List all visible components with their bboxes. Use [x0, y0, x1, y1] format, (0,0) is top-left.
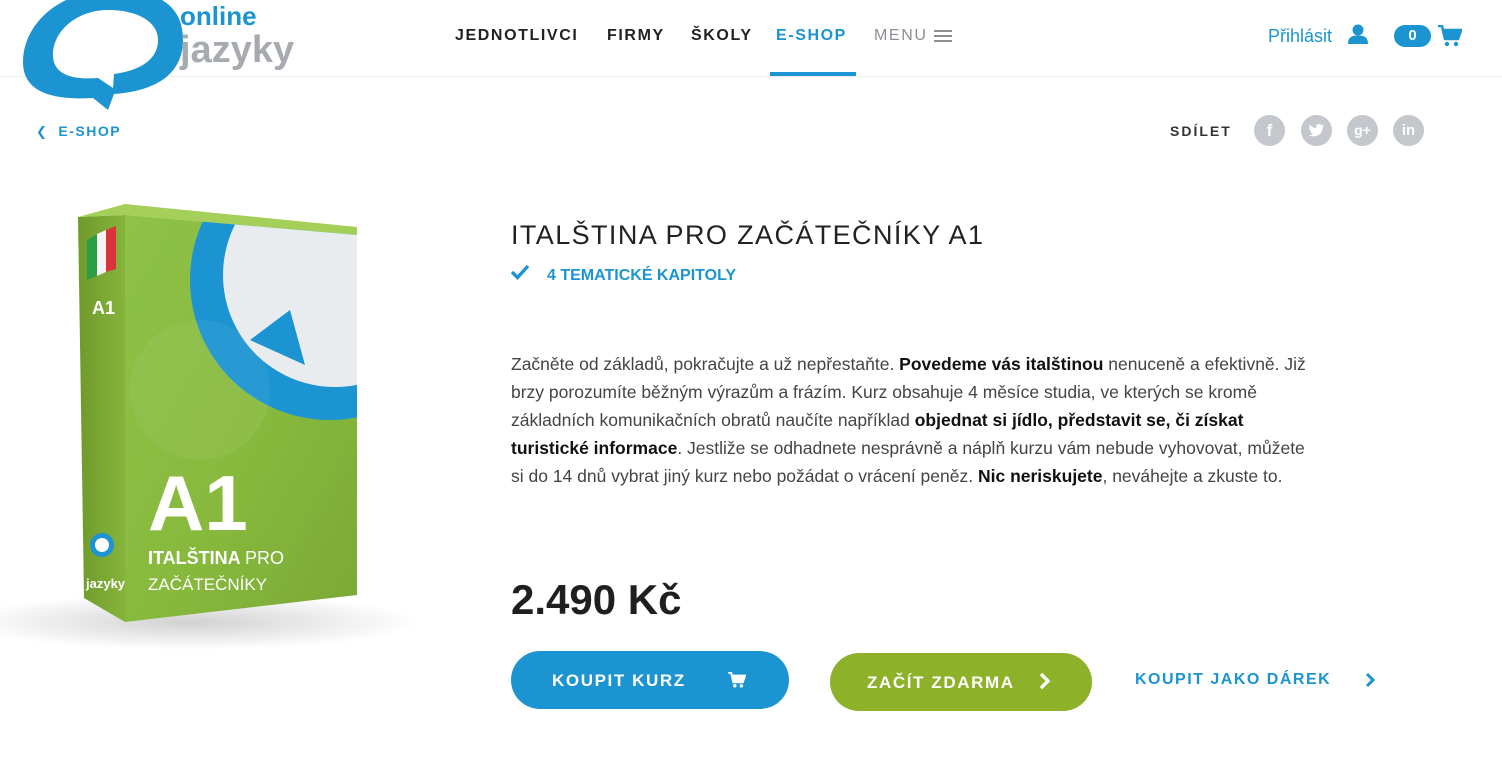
brand-name-online: online — [180, 1, 257, 31]
cart-count-badge[interactable]: 0 — [1394, 25, 1431, 47]
box-logo-text: jazyky — [85, 576, 126, 591]
back-link-label: E-SHOP — [58, 123, 122, 139]
brand-logo[interactable]: online jazyky — [18, 0, 348, 110]
check-icon — [511, 264, 529, 280]
facebook-icon[interactable]: f — [1254, 115, 1285, 146]
product-description: Začněte od základů, pokračujte a už nepř… — [511, 353, 1306, 486]
nav-item-jednotlivci[interactable]: JEDNOTLIVCI — [455, 27, 578, 45]
menu-label: MENU — [874, 27, 928, 45]
box-level-big: A1 — [148, 459, 248, 547]
box-name-line2: ZAČÁTEČNÍKY — [148, 575, 267, 594]
site-header: online jazyky JEDNOTLIVCI FIRMY ŠKOLY E-… — [0, 0, 1502, 110]
login-link[interactable]: Přihlásit — [1268, 26, 1332, 47]
chevron-right-icon — [1365, 672, 1375, 688]
buy-as-gift-label: KOUPIT JAKO DÁREK — [1135, 671, 1332, 688]
box-name-line1: ITALŠTINA PRO — [148, 547, 284, 568]
back-to-eshop-link[interactable]: ❮ E-SHOP — [36, 123, 121, 140]
product-title: ITALŠTINA PRO ZAČÁTEČNÍKY A1 — [511, 220, 985, 250]
linkedin-icon[interactable]: in — [1393, 115, 1424, 146]
share-label: SDÍLET — [1170, 123, 1232, 139]
start-free-label: ZAČÍT ZDARMA — [867, 673, 1015, 692]
nav-item-eshop[interactable]: E-SHOP — [776, 27, 847, 45]
box-name-bold: ITALŠTINA — [148, 547, 241, 568]
google-plus-icon[interactable]: g+ — [1347, 115, 1378, 146]
cart-icon — [728, 672, 746, 688]
chevron-right-icon — [1039, 672, 1051, 690]
product-price: 2.490 Kč — [511, 576, 682, 623]
buy-as-gift-link[interactable]: KOUPIT JAKO DÁREK — [1135, 671, 1375, 689]
chevron-left-icon: ❮ — [36, 124, 49, 139]
nav-item-firmy[interactable]: FIRMY — [607, 27, 665, 45]
hamburger-icon — [933, 27, 952, 45]
nav-item-skoly[interactable]: ŠKOLY — [691, 27, 753, 45]
product-box-image: A1 jazyky A1 ITALŠTINA PRO ZAČÁTEČNÍKY — [0, 204, 420, 650]
buy-course-label: KOUPIT KURZ — [552, 671, 686, 690]
twitter-icon[interactable] — [1301, 115, 1332, 146]
buy-course-button[interactable]: KOUPIT KURZ — [511, 651, 789, 709]
box-level-small: A1 — [92, 298, 115, 318]
feature-label: 4 TEMATICKÉ KAPITOLY — [547, 267, 737, 284]
box-name-pro: PRO — [245, 548, 284, 568]
start-free-button[interactable]: ZAČÍT ZDARMA — [830, 653, 1092, 711]
active-nav-indicator — [770, 72, 856, 76]
user-icon[interactable] — [1348, 24, 1368, 46]
nav-item-menu[interactable]: MENU — [874, 27, 952, 45]
cart-icon[interactable] — [1438, 25, 1462, 47]
brand-name-jazyky: jazyky — [179, 29, 294, 71]
